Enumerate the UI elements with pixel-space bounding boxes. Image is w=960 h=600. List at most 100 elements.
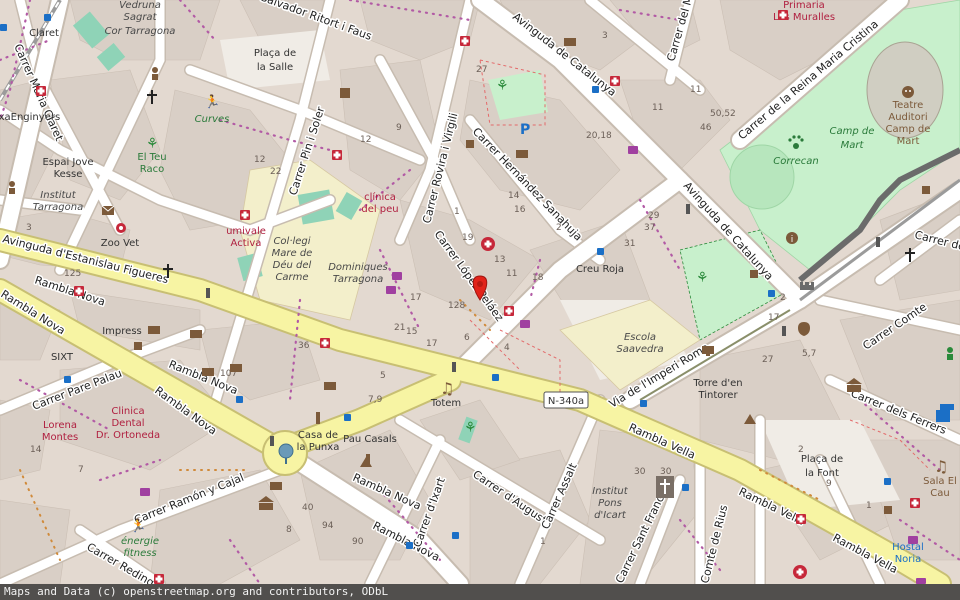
- label-impress: Impress: [102, 326, 142, 337]
- city-gate-icon[interactable]: [800, 282, 814, 290]
- svg-text:31: 31: [624, 239, 635, 249]
- theatre-icon[interactable]: [902, 86, 914, 98]
- svg-text:15: 15: [406, 327, 417, 337]
- label-correcan: Correcan: [773, 156, 818, 167]
- svg-text:50,52: 50,52: [710, 109, 736, 119]
- svg-text:3: 3: [26, 223, 32, 233]
- svg-text:⚘: ⚘: [464, 420, 477, 436]
- label-institut-tarragona: Institut Tarragona: [33, 190, 83, 213]
- label-zoo-vet: Zoo Vet: [101, 238, 139, 249]
- label-lorena: Lorena Montes: [42, 420, 78, 443]
- svg-text:4: 4: [504, 343, 510, 353]
- svg-text:i: i: [791, 235, 794, 245]
- svg-text:27: 27: [476, 65, 487, 75]
- label-claret: Claret: [29, 28, 59, 39]
- pharmacy-icon[interactable]: [610, 76, 620, 86]
- svg-text:20,18: 20,18: [586, 131, 612, 141]
- svg-text:6: 6: [464, 333, 470, 343]
- svg-text:5: 5: [380, 371, 386, 381]
- svg-text:128: 128: [448, 301, 465, 311]
- pharmacy-icon[interactable]: [74, 286, 84, 296]
- svg-text:1: 1: [454, 207, 460, 217]
- svg-text:36: 36: [298, 341, 310, 351]
- svg-text:12: 12: [360, 135, 371, 145]
- svg-text:17: 17: [768, 313, 779, 323]
- label-enginyers: ixaEnginyers: [0, 112, 60, 123]
- pharmacy-icon[interactable]: [240, 210, 250, 220]
- svg-text:30: 30: [660, 467, 672, 477]
- svg-text:1: 1: [866, 501, 872, 511]
- svg-text:37: 37: [644, 223, 655, 233]
- label-collegi: Col·legi Mare de Déu del Carme: [272, 236, 313, 283]
- pharmacy-icon[interactable]: [504, 306, 514, 316]
- svg-text:7: 7: [78, 465, 84, 475]
- music-icon[interactable]: ♫: [440, 379, 454, 398]
- cathedral-icon[interactable]: [656, 476, 674, 498]
- svg-text:16: 16: [514, 205, 526, 215]
- svg-text:3: 3: [602, 31, 608, 41]
- svg-text:13: 13: [494, 255, 505, 265]
- parking-icon[interactable]: P: [520, 122, 530, 138]
- svg-text:♫: ♫: [440, 379, 454, 398]
- hospital-icon[interactable]: [481, 237, 495, 251]
- svg-text:14: 14: [508, 191, 520, 201]
- route-shield-label: N-340a: [548, 396, 584, 407]
- label-hostal-noria: Hostal Noria: [892, 542, 924, 565]
- label-dominiques: Dominiques Tarragona: [328, 262, 388, 285]
- label-torre-tintorer: Torre d'en Tintorer: [692, 378, 742, 401]
- label-casa-punxa: Casa de la Punxa: [297, 430, 340, 453]
- svg-text:19: 19: [462, 233, 474, 243]
- svg-text:12: 12: [254, 155, 265, 165]
- svg-text:18: 18: [532, 273, 544, 283]
- label-sixt: SIXT: [51, 352, 74, 363]
- hospital-icon[interactable]: [793, 565, 807, 579]
- pharmacy-icon[interactable]: [796, 514, 806, 524]
- label-curves: Curves: [195, 114, 230, 125]
- svg-text:125: 125: [64, 269, 81, 279]
- svg-text:9: 9: [396, 123, 402, 133]
- svg-text:P: P: [520, 122, 530, 138]
- svg-text:21: 21: [394, 323, 405, 333]
- svg-text:11: 11: [506, 269, 517, 279]
- svg-text:2: 2: [798, 445, 804, 455]
- svg-text:17: 17: [426, 339, 437, 349]
- svg-text:11: 11: [652, 103, 663, 113]
- svg-text:8: 8: [286, 525, 292, 535]
- svg-text:2: 2: [780, 293, 786, 303]
- svg-text:22: 22: [270, 167, 281, 177]
- svg-text:14: 14: [30, 445, 42, 455]
- svg-text:⚘: ⚘: [146, 136, 159, 152]
- svg-text:1: 1: [540, 537, 546, 547]
- svg-text:♫: ♫: [934, 457, 948, 476]
- label-pau-casals: Pau Casals: [343, 434, 397, 445]
- svg-text:⚘: ⚘: [696, 270, 709, 286]
- svg-text:90: 90: [352, 537, 364, 547]
- route-shield-n340a: N-340a: [543, 391, 589, 409]
- pharmacy-icon[interactable]: [910, 498, 920, 508]
- svg-text:🏃: 🏃: [204, 94, 220, 110]
- svg-text:30: 30: [634, 467, 646, 477]
- svg-text:2: 2: [556, 223, 562, 233]
- label-creu-roja: Creu Roja: [576, 264, 624, 275]
- pharmacy-icon[interactable]: [154, 574, 164, 584]
- post-office-icon[interactable]: [101, 205, 115, 215]
- pharmacy-icon[interactable]: [778, 10, 788, 20]
- svg-text:94: 94: [322, 521, 334, 531]
- svg-text:27: 27: [762, 355, 773, 365]
- label-totem: Totem: [430, 398, 461, 409]
- svg-text:11: 11: [690, 85, 701, 95]
- svg-text:46: 46: [700, 123, 712, 133]
- pharmacy-icon[interactable]: [36, 86, 46, 96]
- street-map[interactable]: Avinguda d'Estanislau Figueres Avinguda …: [0, 0, 960, 584]
- map-attribution: Maps and Data (c) openstreetmap.org and …: [0, 584, 960, 600]
- pharmacy-icon[interactable]: [320, 338, 330, 348]
- music-icon[interactable]: ♫: [934, 457, 948, 476]
- label-el-teu-raco: El Teu Raco: [137, 152, 166, 175]
- svg-text:7,9: 7,9: [368, 395, 383, 405]
- svg-text:5,7: 5,7: [802, 349, 816, 359]
- pharmacy-icon[interactable]: [332, 150, 342, 160]
- vet-icon[interactable]: [116, 223, 126, 233]
- svg-text:17: 17: [410, 293, 421, 303]
- label-umivale: umivale Activa: [226, 226, 266, 249]
- pharmacy-icon[interactable]: [460, 36, 470, 46]
